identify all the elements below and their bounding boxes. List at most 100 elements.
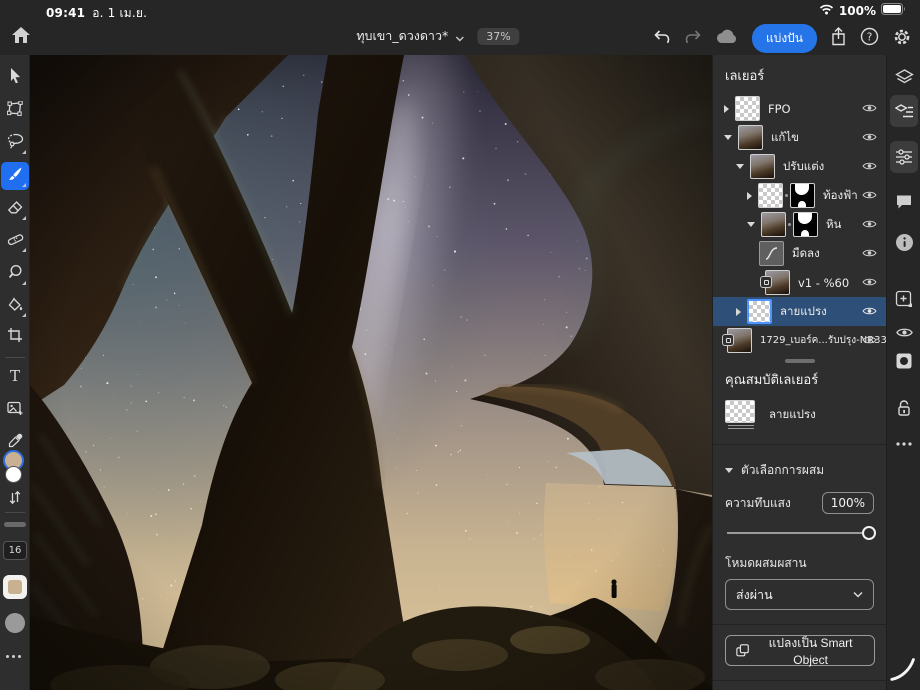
chevron-down-icon[interactable] xyxy=(736,164,744,169)
eye-icon[interactable] xyxy=(862,188,877,203)
eye-icon[interactable] xyxy=(862,130,877,145)
layer-row[interactable]: ปรับแต่ง xyxy=(713,152,886,181)
layer-thumbnail[interactable] xyxy=(747,299,772,324)
undo-button[interactable] xyxy=(653,29,671,48)
adjustments-icon xyxy=(895,149,913,165)
eye-icon[interactable] xyxy=(862,246,877,261)
cloud-sync-button[interactable] xyxy=(715,29,739,48)
document-title-group[interactable]: ทุบเขา_ดวงดาว* 37% xyxy=(356,26,519,46)
layer-thumbnail[interactable] xyxy=(761,212,786,237)
layer-row[interactable]: v1 - %60 xyxy=(713,268,886,297)
swap-colors-button[interactable] xyxy=(1,485,29,513)
brush-preview-tile[interactable] xyxy=(3,575,27,599)
eraser-tool[interactable] xyxy=(1,195,29,223)
layer-name: FPO xyxy=(768,102,791,116)
opacity-value-field[interactable]: 100% xyxy=(822,492,874,514)
transform-icon xyxy=(7,101,23,120)
svg-text:T: T xyxy=(10,368,20,383)
layer-mask-thumbnail[interactable] xyxy=(790,183,815,208)
layer-more-button[interactable] xyxy=(890,430,918,458)
eye-icon[interactable] xyxy=(862,304,877,319)
home-button[interactable] xyxy=(10,25,32,47)
lasso-select-tool[interactable] xyxy=(1,129,29,157)
eye-icon[interactable] xyxy=(862,275,877,290)
mask-link-indicator xyxy=(785,194,788,197)
layer-thumbnail[interactable] xyxy=(758,183,783,208)
photoshop-ipad-app: 09:41อ. 1 เม.ย. 100% ทุบเขา_ดวงดาว* 37% xyxy=(0,0,920,690)
properties-thumbnail[interactable] xyxy=(725,400,757,430)
blend-mode-dropdown[interactable]: ส่งผ่าน xyxy=(725,579,874,610)
layer-thumbnail[interactable] xyxy=(765,270,790,295)
share-button[interactable]: แบ่งปัน xyxy=(752,24,817,53)
redo-button[interactable] xyxy=(684,29,702,48)
layer-mask-thumbnail[interactable] xyxy=(793,212,818,237)
chevron-right-icon[interactable] xyxy=(736,308,741,316)
eye-icon[interactable] xyxy=(862,159,877,174)
mask-link-indicator xyxy=(788,223,791,226)
background-color-swatch[interactable] xyxy=(5,466,22,483)
add-mask-button[interactable] xyxy=(890,347,918,375)
bandage-icon xyxy=(7,232,24,251)
help-button[interactable]: ? xyxy=(860,27,879,49)
color-wells[interactable] xyxy=(4,452,26,483)
opacity-slider[interactable] xyxy=(727,532,872,534)
layer-row-selected[interactable]: ลายแปรง xyxy=(713,297,886,326)
toolbar-more-button[interactable] xyxy=(6,655,21,658)
fill-tool[interactable] xyxy=(1,292,29,320)
crop-tool[interactable] xyxy=(1,323,29,351)
layer-thumbnail[interactable] xyxy=(750,154,775,179)
layer-row[interactable]: หิน xyxy=(713,210,886,239)
corner-gesture-arc[interactable] xyxy=(890,656,918,688)
chevron-down-icon xyxy=(455,27,464,46)
brush-size-badge[interactable]: 16 xyxy=(3,541,27,560)
document-canvas[interactable] xyxy=(30,55,712,690)
zoom-level-badge[interactable]: 37% xyxy=(477,28,519,45)
clock: 09:41อ. 1 เม.ย. xyxy=(46,4,147,23)
layer-thumbnail[interactable] xyxy=(727,328,752,353)
brush-tool[interactable] xyxy=(1,162,29,190)
transform-tool[interactable] xyxy=(1,96,29,124)
layer-properties-toggle-button[interactable] xyxy=(890,95,918,127)
blend-options-section-header[interactable]: ตัวเลือกการผสม xyxy=(713,451,886,490)
opacity-slider-knob[interactable] xyxy=(862,526,876,540)
layer-thumbnail[interactable] xyxy=(735,96,760,121)
place-photo-tool[interactable] xyxy=(1,396,29,424)
chevron-down-icon[interactable] xyxy=(724,135,732,140)
layer-row[interactable]: แก้ไข xyxy=(713,123,886,152)
opacity-label: ความทึบแสง xyxy=(725,494,791,513)
eye-icon[interactable] xyxy=(862,333,877,348)
layers-toggle-button[interactable] xyxy=(890,63,918,91)
move-tool[interactable] xyxy=(1,63,29,91)
add-layer-button[interactable] xyxy=(890,285,918,313)
lock-layer-button[interactable] xyxy=(890,393,918,421)
panel-resize-handle[interactable] xyxy=(785,359,815,363)
settings-button[interactable] xyxy=(892,27,912,50)
info-button[interactable] xyxy=(890,228,918,256)
chevron-right-icon[interactable] xyxy=(747,192,752,200)
convert-smart-object-button[interactable]: แปลงเป็น Smart Object xyxy=(725,635,875,666)
eraser-icon xyxy=(7,200,23,219)
layer-properties-title: คุณสมบัติเลเยอร์ xyxy=(713,365,886,398)
export-button[interactable] xyxy=(830,27,847,49)
layer-name: ปรับแต่ง xyxy=(783,158,824,176)
comments-button[interactable] xyxy=(890,188,918,216)
dodge-icon xyxy=(7,264,23,284)
chevron-down-icon[interactable] xyxy=(747,222,755,227)
layer-row[interactable]: 1729_เบอร์ค...รับปรุง-NR33 xyxy=(713,326,886,355)
dodge-tool[interactable] xyxy=(1,260,29,288)
layer-visibility-button[interactable] xyxy=(890,318,918,346)
touch-shortcut-bar[interactable] xyxy=(4,522,26,527)
layer-row[interactable]: ท้องฟ้า xyxy=(713,181,886,210)
lasso-icon xyxy=(7,133,24,153)
eye-icon[interactable] xyxy=(862,217,877,232)
layer-row[interactable]: มืดลง xyxy=(713,239,886,268)
eye-icon[interactable] xyxy=(862,101,877,116)
type-tool[interactable]: T xyxy=(1,363,29,391)
chevron-right-icon[interactable] xyxy=(724,105,729,113)
adjustments-toggle-button[interactable] xyxy=(890,141,918,173)
adjustment-layer-thumbnail[interactable] xyxy=(759,241,784,266)
layer-row[interactable]: FPO xyxy=(713,94,886,123)
healing-tool[interactable] xyxy=(1,227,29,255)
brush-secondary-tile[interactable] xyxy=(5,613,25,633)
layer-thumbnail[interactable] xyxy=(738,125,763,150)
